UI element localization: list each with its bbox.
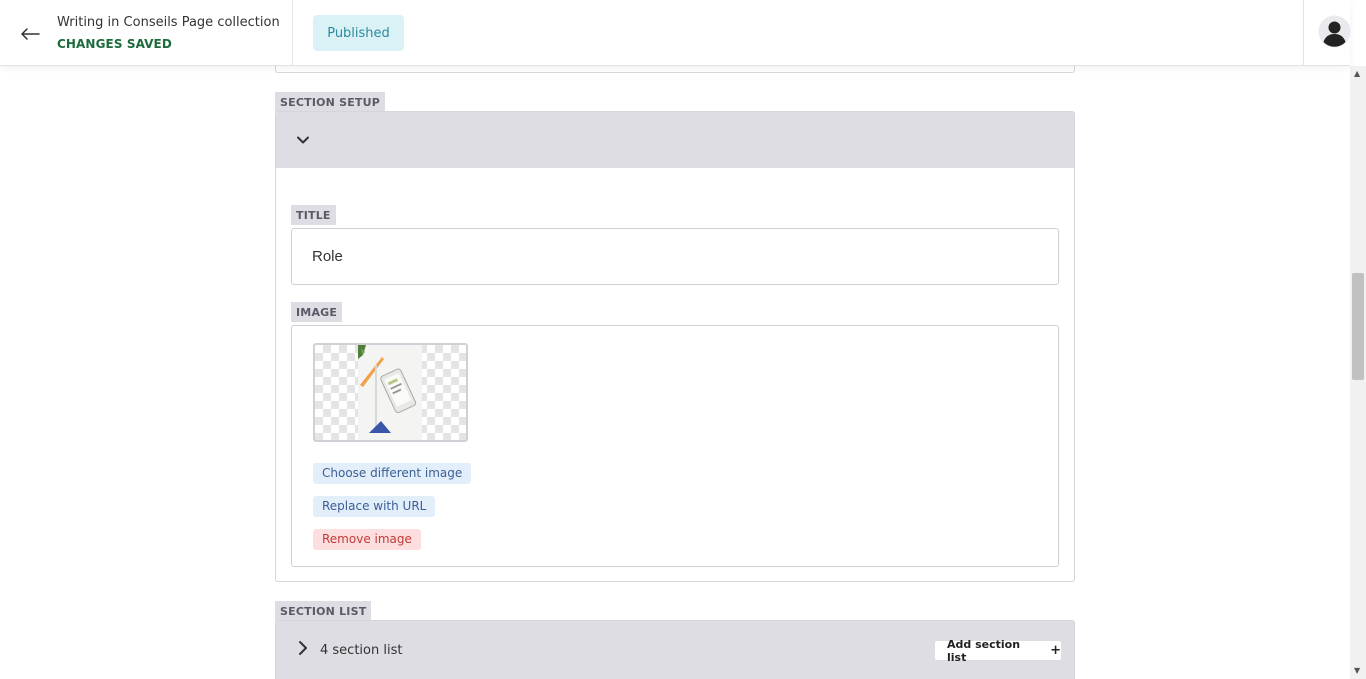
image-preview xyxy=(313,343,468,442)
scroll-up-icon[interactable]: ▲ xyxy=(1354,69,1360,78)
top-bar: Writing in Conseils Page collection CHAN… xyxy=(0,0,1351,66)
add-section-list-label: Add section list xyxy=(947,637,1021,664)
header-divider xyxy=(292,0,293,66)
image-field: Choose different image Replace with URL … xyxy=(291,325,1059,567)
breadcrumb: Writing in Conseils Page collection xyxy=(57,15,280,30)
save-status: CHANGES SAVED xyxy=(57,37,172,51)
section-setup-header[interactable] xyxy=(276,112,1074,168)
choose-image-button[interactable]: Choose different image xyxy=(313,463,472,484)
user-avatar-icon[interactable] xyxy=(1318,15,1351,48)
title-input[interactable]: Role xyxy=(291,228,1059,285)
status-badge[interactable]: Published xyxy=(313,15,404,51)
section-list-count: 4 section list xyxy=(320,643,403,658)
image-field-label: IMAGE xyxy=(291,302,343,322)
plus-icon: + xyxy=(1050,643,1061,658)
section-setup-card: TITLE Role IMAGE Choose different image … xyxy=(275,111,1075,582)
chevron-down-icon[interactable] xyxy=(296,132,310,146)
replace-url-button[interactable]: Replace with URL xyxy=(313,496,436,517)
add-section-list-button[interactable]: Add section list + xyxy=(935,638,1061,664)
header-divider-right xyxy=(1303,0,1304,66)
scroll-down-icon[interactable]: ▼ xyxy=(1354,666,1360,675)
chevron-right-icon[interactable] xyxy=(297,640,309,656)
section-setup-tag: SECTION SETUP xyxy=(275,92,386,112)
section-list-header[interactable]: 4 section list Add section list + xyxy=(275,620,1075,679)
remove-image-button[interactable]: Remove image xyxy=(313,529,421,550)
scrollbar-thumb[interactable] xyxy=(1352,273,1364,380)
title-field-label: TITLE xyxy=(291,205,336,225)
section-list-tag: SECTION LIST xyxy=(275,601,372,621)
back-arrow-icon[interactable] xyxy=(18,22,42,46)
